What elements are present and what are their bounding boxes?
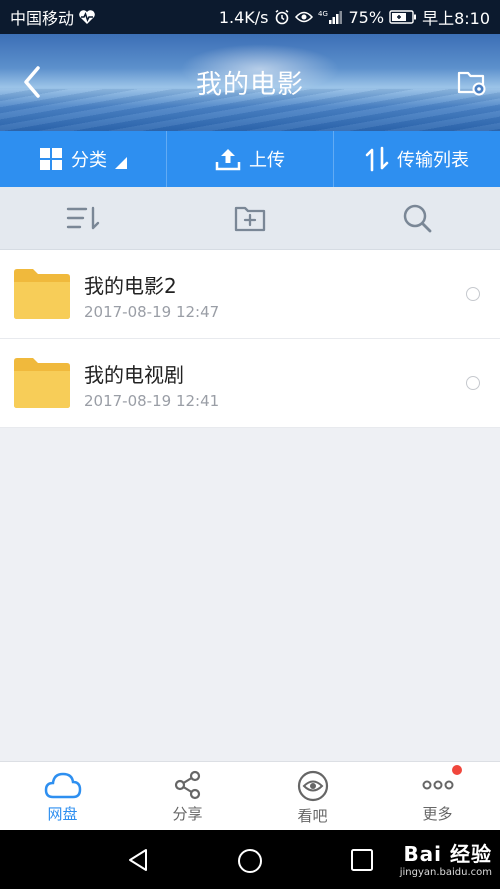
nav-item-more[interactable]: 更多 [375, 762, 500, 830]
new-folder-icon [234, 206, 266, 232]
file-list: 我的电影2 2017-08-19 12:47 我的电视剧 2017-08-19 … [0, 250, 500, 428]
signal-label: 4G [318, 10, 328, 18]
header-banner: 我的电影 [0, 34, 500, 131]
share-icon [174, 770, 200, 800]
search-button[interactable] [333, 187, 500, 249]
heart-rate-icon [78, 9, 96, 25]
file-toolbar [0, 187, 500, 250]
grid-icon [40, 148, 62, 170]
bottom-nav: 网盘 分享 看吧 更多 [0, 761, 500, 830]
folder-icon [13, 357, 71, 413]
watermark-brand: Bai 经验 [403, 842, 492, 866]
eye-comfort-icon [294, 10, 313, 24]
system-recents-button[interactable] [350, 848, 374, 876]
new-folder-button[interactable] [167, 187, 334, 249]
system-home-button[interactable] [237, 848, 263, 878]
system-back-button[interactable] [126, 848, 150, 876]
triangle-back-icon [129, 849, 147, 871]
upload-label: 上传 [249, 150, 285, 171]
select-radio[interactable] [466, 376, 480, 390]
nav-item-watch[interactable]: 看吧 [250, 762, 375, 830]
nav-label: 网盘 [47, 805, 78, 823]
battery-charging-icon [389, 10, 417, 24]
system-nav-bar: Bai 经验 jingyan.baidu.com [0, 830, 500, 889]
file-name: 我的电影2 [84, 274, 177, 298]
select-radio[interactable] [466, 287, 480, 301]
nav-item-netdisk[interactable]: 网盘 [0, 762, 125, 830]
eye-icon [297, 770, 328, 802]
file-date: 2017-08-19 12:41 [84, 392, 220, 410]
nav-item-share[interactable]: 分享 [125, 762, 250, 830]
network-speed: 1.4K/s [218, 7, 269, 27]
clock-time: 早上8:10 [422, 9, 490, 28]
nav-label: 看吧 [297, 807, 328, 825]
sort-icon [67, 206, 100, 230]
nav-label: 更多 [422, 805, 453, 823]
category-label: 分类 [71, 150, 107, 171]
transfer-icon [365, 146, 389, 172]
search-icon [403, 204, 432, 233]
dropdown-triangle-icon [115, 157, 127, 169]
alarm-icon [274, 9, 290, 25]
circle-home-icon [238, 849, 262, 873]
more-icon [422, 780, 453, 790]
upload-button[interactable]: 上传 [167, 131, 334, 187]
folder-settings-icon [457, 71, 486, 96]
empty-area [0, 429, 500, 761]
carrier-name: 中国移动 [10, 9, 75, 28]
nav-label: 分享 [172, 805, 203, 823]
file-date: 2017-08-19 12:47 [84, 303, 220, 321]
transfer-list-label: 传输列表 [397, 150, 469, 171]
signal-icon: 4G [318, 9, 344, 25]
upload-icon [215, 149, 241, 171]
square-recents-icon [351, 849, 373, 871]
folder-icon [13, 268, 71, 324]
action-bar: 分类 上传 传输列表 [0, 131, 500, 187]
transfer-list-button[interactable]: 传输列表 [334, 131, 500, 187]
notification-badge [452, 765, 462, 775]
folder-settings-button[interactable] [456, 66, 488, 98]
category-button[interactable]: 分类 [0, 131, 167, 187]
sort-button[interactable] [0, 187, 167, 249]
page-title: 我的电影 [195, 70, 304, 100]
watermark-url: jingyan.baidu.com [399, 867, 492, 878]
battery-percent: 75% [348, 7, 385, 27]
watermark: Bai 经验 jingyan.baidu.com [400, 838, 492, 878]
cloud-icon [44, 772, 81, 799]
file-name: 我的电视剧 [84, 363, 184, 387]
status-bar: 中国移动 1.4K/s 4G 75% 早上8:10 [0, 0, 500, 34]
file-row[interactable]: 我的电影2 2017-08-19 12:47 [0, 250, 500, 339]
file-row[interactable]: 我的电视剧 2017-08-19 12:41 [0, 339, 500, 428]
